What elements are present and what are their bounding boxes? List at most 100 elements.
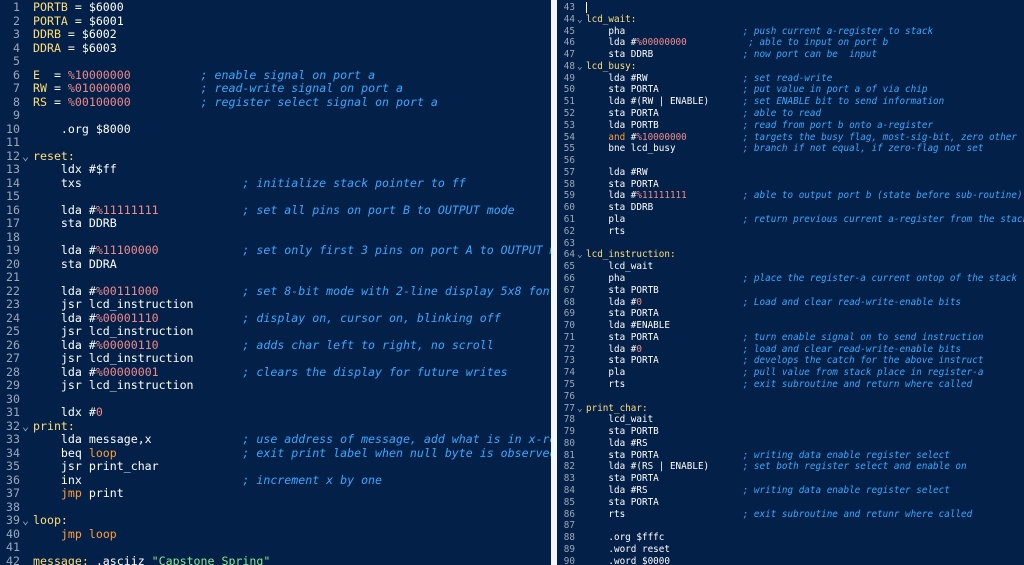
code-line[interactable]: 64 ⌄ lcd_instruction: bbox=[557, 249, 1024, 261]
code-line[interactable]: 59 lda #%11111111 ; able to output port … bbox=[557, 190, 1024, 202]
code-line[interactable]: 54 and #%10000000 ; targets the busy fla… bbox=[557, 132, 1024, 144]
code-line[interactable]: 25 jsr lcd_instruction bbox=[0, 324, 551, 339]
fold-chevron-icon[interactable]: ⌄ bbox=[577, 61, 585, 73]
fold-chevron-icon[interactable]: ⌄ bbox=[577, 403, 585, 415]
code-line[interactable]: 34 beq loop ; exit print label when null… bbox=[0, 446, 551, 461]
code-line[interactable]: 74 pla ; pull value from stack place in … bbox=[557, 367, 1024, 379]
code-line[interactable]: 88 .org $fffc bbox=[557, 532, 1024, 544]
code-text: .word reset bbox=[586, 544, 670, 556]
code-line[interactable]: 63 bbox=[557, 238, 1024, 250]
code-line[interactable]: 52 sta PORTA ; able to read bbox=[557, 108, 1024, 120]
code-line[interactable]: 71 sta PORTA ; turn enable signal on to … bbox=[557, 332, 1024, 344]
code-line[interactable]: 13 ldx #$ff bbox=[0, 162, 551, 177]
code-line[interactable]: 29 jsr lcd_instruction bbox=[0, 378, 551, 393]
code-line[interactable]: 2 PORTA = $6001 bbox=[0, 14, 551, 29]
code-line[interactable]: 21 bbox=[0, 270, 551, 285]
fold-chevron-icon[interactable]: ⌄ bbox=[22, 149, 30, 164]
code-line[interactable]: 66 pha ; place the register-a current on… bbox=[557, 273, 1024, 285]
code-line[interactable]: 32 ⌄ print: bbox=[0, 419, 551, 434]
code-line[interactable]: 60 sta DDRB bbox=[557, 202, 1024, 214]
code-line[interactable]: 65 lcd_wait bbox=[557, 261, 1024, 273]
code-line[interactable]: 6E = %10000000 ; enable signal on port a bbox=[0, 68, 551, 83]
code-line[interactable]: 62 rts bbox=[557, 226, 1024, 238]
code-line[interactable]: 8 RS = %00100000 ; register select signal… bbox=[0, 95, 551, 110]
code-line[interactable]: 40 jmp loop bbox=[0, 527, 551, 542]
code-line[interactable]: 61 pla ; return previous current a-regis… bbox=[557, 214, 1024, 226]
code-line[interactable]: 46 lda #%00000000 ; able to input on por… bbox=[557, 37, 1024, 49]
code-line[interactable]: 49 lda #RW ; set read-write bbox=[557, 73, 1024, 85]
code-line[interactable]: 24 lda #%00001110 ; display on, cursor o… bbox=[0, 311, 551, 326]
code-line[interactable]: 75 rts ; exit subroutine and return wher… bbox=[557, 379, 1024, 391]
code-line[interactable]: 53 lda PORTB ; read from port b onto a-r… bbox=[557, 120, 1024, 132]
fold-chevron-icon[interactable]: ⌄ bbox=[577, 14, 585, 26]
code-line[interactable]: 77 ⌄ print_char: bbox=[557, 403, 1024, 415]
code-line[interactable]: 79 sta PORTB bbox=[557, 426, 1024, 438]
code-line[interactable]: 4 DDRA = $6003 bbox=[0, 41, 551, 56]
fold-chevron-icon[interactable]: ⌄ bbox=[22, 513, 30, 528]
code-line[interactable]: 23 jsr lcd_instruction bbox=[0, 297, 551, 312]
code-line[interactable]: 19 lda #%11100000 ; set only first 3 pin… bbox=[0, 243, 551, 258]
code-line[interactable]: 80 lda #RS bbox=[557, 438, 1024, 450]
code-line[interactable]: 57 lda #RW bbox=[557, 167, 1024, 179]
code-line[interactable]: 14 txs ; initialize stack pointer to ff bbox=[0, 176, 551, 191]
code-line[interactable]: 36 inx ; increment x by one bbox=[0, 473, 551, 488]
code-line[interactable]: 73 sta PORTA ; develops the catch for th… bbox=[557, 355, 1024, 367]
code-line[interactable]: 31 ldx #0 bbox=[0, 405, 551, 420]
code-line[interactable]: 41 bbox=[0, 540, 551, 555]
code-line[interactable]: 67 sta PORTB bbox=[557, 285, 1024, 297]
code-line[interactable]: 18 bbox=[0, 230, 551, 245]
code-line[interactable]: 81 sta PORTA ; writing data enable regis… bbox=[557, 450, 1024, 462]
code-line[interactable]: 33 lda message,x ; use address of messag… bbox=[0, 432, 551, 447]
code-line[interactable]: 7 RW = %01000000 ; read-write signal on p… bbox=[0, 81, 551, 96]
code-line[interactable]: 39 ⌄ loop: bbox=[0, 513, 551, 528]
code-line[interactable]: 35 jsr print_char bbox=[0, 459, 551, 474]
code-line[interactable]: 56 bbox=[557, 155, 1024, 167]
code-line[interactable]: 44 ⌄ lcd_wait: bbox=[557, 14, 1024, 26]
code-line[interactable]: 55 bne lcd_busy ; branch if not equal, i… bbox=[557, 143, 1024, 155]
code-line[interactable]: 37 jmp print bbox=[0, 486, 551, 501]
code-line[interactable]: 38 bbox=[0, 500, 551, 515]
code-line[interactable]: 47 sta DDRB ; now port can be input bbox=[557, 49, 1024, 61]
code-line[interactable]: 58 sta PORTA bbox=[557, 179, 1024, 191]
code-line[interactable]: 48 ⌄ lcd_busy: bbox=[557, 61, 1024, 73]
code-line[interactable]: 42 message: .asciiz "Capstone Spring" bbox=[0, 554, 551, 565]
code-line[interactable]: 26 lda #%00000110 ; adds char left to ri… bbox=[0, 338, 551, 353]
code-line[interactable]: 17 sta DDRB bbox=[0, 216, 551, 231]
editor-pane-right[interactable]: 43 44 ⌄ lcd_wait: 45 pha ; push current a-re… bbox=[557, 0, 1024, 565]
fold-chevron-icon[interactable]: ⌄ bbox=[577, 249, 585, 261]
code-line[interactable]: 84 lda #RS ; writing data enable registe… bbox=[557, 485, 1024, 497]
code-line[interactable]: 51 lda #(RW | ENABLE) ; set ENABLE bit t… bbox=[557, 96, 1024, 108]
editor-pane-left[interactable]: 1 PORTB = $6000 2 PORTA = $6001 3 DDRB = $600… bbox=[0, 0, 551, 565]
code-line[interactable]: 83 sta PORTA bbox=[557, 473, 1024, 485]
code-line[interactable]: 69 sta PORTA bbox=[557, 308, 1024, 320]
code-line[interactable]: 76 bbox=[557, 391, 1024, 403]
fold-chevron-icon[interactable]: ⌄ bbox=[22, 419, 30, 434]
code-line[interactable]: 9 bbox=[0, 108, 551, 123]
code-line[interactable]: 10 .org $8000 bbox=[0, 122, 551, 137]
code-line[interactable]: 1 PORTB = $6000 bbox=[0, 0, 551, 15]
code-line[interactable]: 86 rts ; exit subroutine and retunr wher… bbox=[557, 509, 1024, 521]
code-line[interactable]: 45 pha ; push current a-register to stac… bbox=[557, 26, 1024, 38]
code-line[interactable]: 20 sta DDRA bbox=[0, 257, 551, 272]
code-line[interactable]: 68 lda #0 ; Load and clear read-write-en… bbox=[557, 297, 1024, 309]
code-line[interactable]: 5 bbox=[0, 54, 551, 69]
code-line[interactable]: 27 jsr lcd_instruction bbox=[0, 351, 551, 366]
code-line[interactable]: 78 lcd_wait bbox=[557, 414, 1024, 426]
code-line[interactable]: 12 ⌄ reset: bbox=[0, 149, 551, 164]
code-line[interactable]: 85 sta PORTA bbox=[557, 497, 1024, 509]
code-line[interactable]: 15 bbox=[0, 189, 551, 204]
code-line[interactable]: 30 bbox=[0, 392, 551, 407]
code-line[interactable]: 87 bbox=[557, 520, 1024, 532]
code-line[interactable]: 70 lda #ENABLE bbox=[557, 320, 1024, 332]
code-line[interactable]: 90 .word $0000 bbox=[557, 556, 1024, 565]
code-line[interactable]: 72 lda #0 ; load and clear read-write-en… bbox=[557, 344, 1024, 356]
code-line[interactable]: 82 lda #(RS | ENABLE) ; set both registe… bbox=[557, 461, 1024, 473]
code-line[interactable]: 89 .word reset bbox=[557, 544, 1024, 556]
code-line[interactable]: 28 lda #%00000001 ; clears the display f… bbox=[0, 365, 551, 380]
code-line[interactable]: 22 lda #%00111000 ; set 8-bit mode with … bbox=[0, 284, 551, 299]
code-line[interactable]: 50 sta PORTA ; put value in port a of vi… bbox=[557, 84, 1024, 96]
code-line[interactable]: 43 bbox=[557, 2, 1024, 14]
code-line[interactable]: 16 lda #%11111111 ; set all pins on port… bbox=[0, 203, 551, 218]
code-line[interactable]: 11 bbox=[0, 135, 551, 150]
code-line[interactable]: 3 DDRB = $6002 bbox=[0, 27, 551, 42]
